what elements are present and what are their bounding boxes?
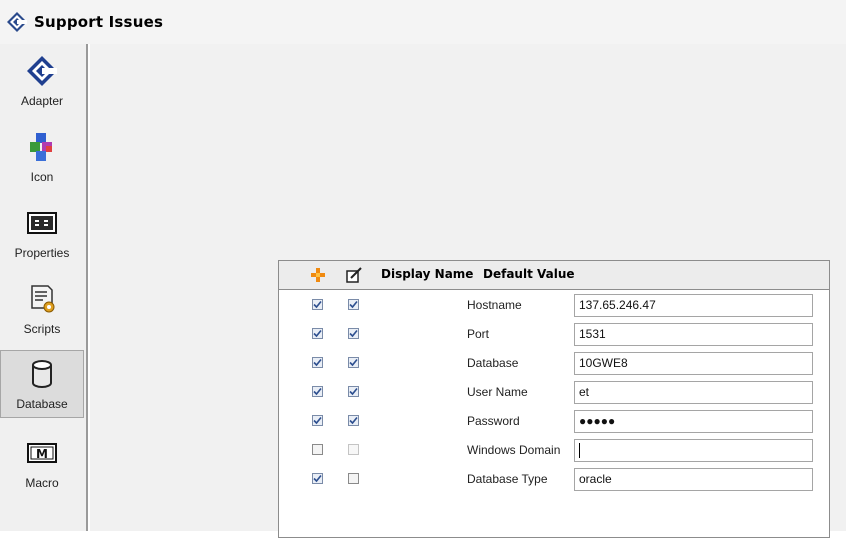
editable-checkbox[interactable] xyxy=(348,415,359,426)
display-name-header[interactable]: Display Name xyxy=(381,267,473,281)
include-checkbox[interactable] xyxy=(312,473,323,484)
icon-icon xyxy=(25,130,59,164)
include-checkbox[interactable] xyxy=(312,328,323,339)
scripts-icon xyxy=(25,282,59,316)
include-checkbox[interactable] xyxy=(312,386,323,397)
default-value-text: oracle xyxy=(579,472,612,486)
table-header: Display Name Default Value xyxy=(279,261,829,290)
default-value-text: 1531 xyxy=(579,327,606,341)
display-name-cell: Database xyxy=(467,356,519,370)
default-value-input[interactable]: 137.65.246.47 xyxy=(574,294,813,317)
display-name-cell: Password xyxy=(467,414,520,428)
default-value-text: et xyxy=(579,385,590,399)
svg-text:M: M xyxy=(36,447,48,461)
sidebar-item-label: Properties xyxy=(14,246,70,260)
editable-checkbox[interactable] xyxy=(348,386,359,397)
window-title: Support Issues xyxy=(34,13,164,31)
default-value-input[interactable]: oracle xyxy=(574,468,813,491)
default-value-header[interactable]: Default Value xyxy=(483,267,575,281)
default-value-input[interactable]: ●●●●● xyxy=(574,410,813,433)
table-row: Password ●●●●● xyxy=(279,407,829,436)
database-icon xyxy=(25,357,59,391)
display-name-cell: Windows Domain xyxy=(467,443,561,457)
editable-checkbox[interactable] xyxy=(348,299,359,310)
sidebar-item-database[interactable]: Database xyxy=(0,350,84,418)
sidebar-item-label: Macro xyxy=(25,476,59,490)
adapter-logo-icon xyxy=(6,11,28,33)
sidebar-item-label: Database xyxy=(16,397,68,411)
include-checkbox[interactable] xyxy=(312,444,323,455)
macro-icon: M xyxy=(25,436,59,470)
default-value-text: 137.65.246.47 xyxy=(579,298,656,312)
table-row: Hostname 137.65.246.47 xyxy=(279,291,829,320)
sidebar-item-adapter[interactable]: Adapter xyxy=(0,48,84,116)
sidebar-item-icon[interactable]: Icon xyxy=(0,124,84,192)
sidebar-item-properties[interactable]: Properties xyxy=(0,200,84,268)
include-checkbox[interactable] xyxy=(312,415,323,426)
default-value-input[interactable]: et xyxy=(574,381,813,404)
display-name-cell: Port xyxy=(467,327,490,341)
default-value-input[interactable] xyxy=(574,439,813,462)
display-name-cell: Hostname xyxy=(467,298,522,312)
text-cursor xyxy=(579,443,580,459)
editable-checkbox[interactable] xyxy=(348,328,359,339)
sidebar: Adapter Icon Properties Scripts Database… xyxy=(0,44,88,531)
editable-checkbox[interactable] xyxy=(348,473,359,484)
database-properties-table: Display Name Default Value Hostname 137.6… xyxy=(278,260,830,538)
default-value-text: 10GWE8 xyxy=(579,356,628,370)
sidebar-item-scripts[interactable]: Scripts xyxy=(0,276,84,344)
sidebar-item-macro[interactable]: M Macro xyxy=(0,430,84,498)
display-name-cell: User Name xyxy=(467,385,528,399)
adapter-icon xyxy=(25,54,59,88)
content-area: Display Name Default Value Hostname 137.6… xyxy=(90,44,846,538)
edit-icon[interactable] xyxy=(345,266,363,284)
properties-icon xyxy=(25,206,59,240)
editable-checkbox[interactable] xyxy=(348,357,359,368)
sidebar-item-label: Scripts xyxy=(23,322,61,336)
table-row: Database Type oracle xyxy=(279,465,829,494)
default-value-input[interactable]: 10GWE8 xyxy=(574,352,813,375)
add-icon[interactable] xyxy=(309,266,327,284)
table-row: Windows Domain xyxy=(279,436,829,465)
default-value-input[interactable]: 1531 xyxy=(574,323,813,346)
editable-checkbox[interactable] xyxy=(348,444,359,455)
table-row: Database 10GWE8 xyxy=(279,349,829,378)
table-row: User Name et xyxy=(279,378,829,407)
sidebar-item-label: Icon xyxy=(30,170,54,184)
include-checkbox[interactable] xyxy=(312,357,323,368)
display-name-cell: Database Type xyxy=(467,472,548,486)
default-value-text: ●●●●● xyxy=(579,414,616,428)
include-checkbox[interactable] xyxy=(312,299,323,310)
title-bar: Support Issues xyxy=(0,0,846,44)
table-row: Port 1531 xyxy=(279,320,829,349)
sidebar-item-label: Adapter xyxy=(20,94,64,108)
